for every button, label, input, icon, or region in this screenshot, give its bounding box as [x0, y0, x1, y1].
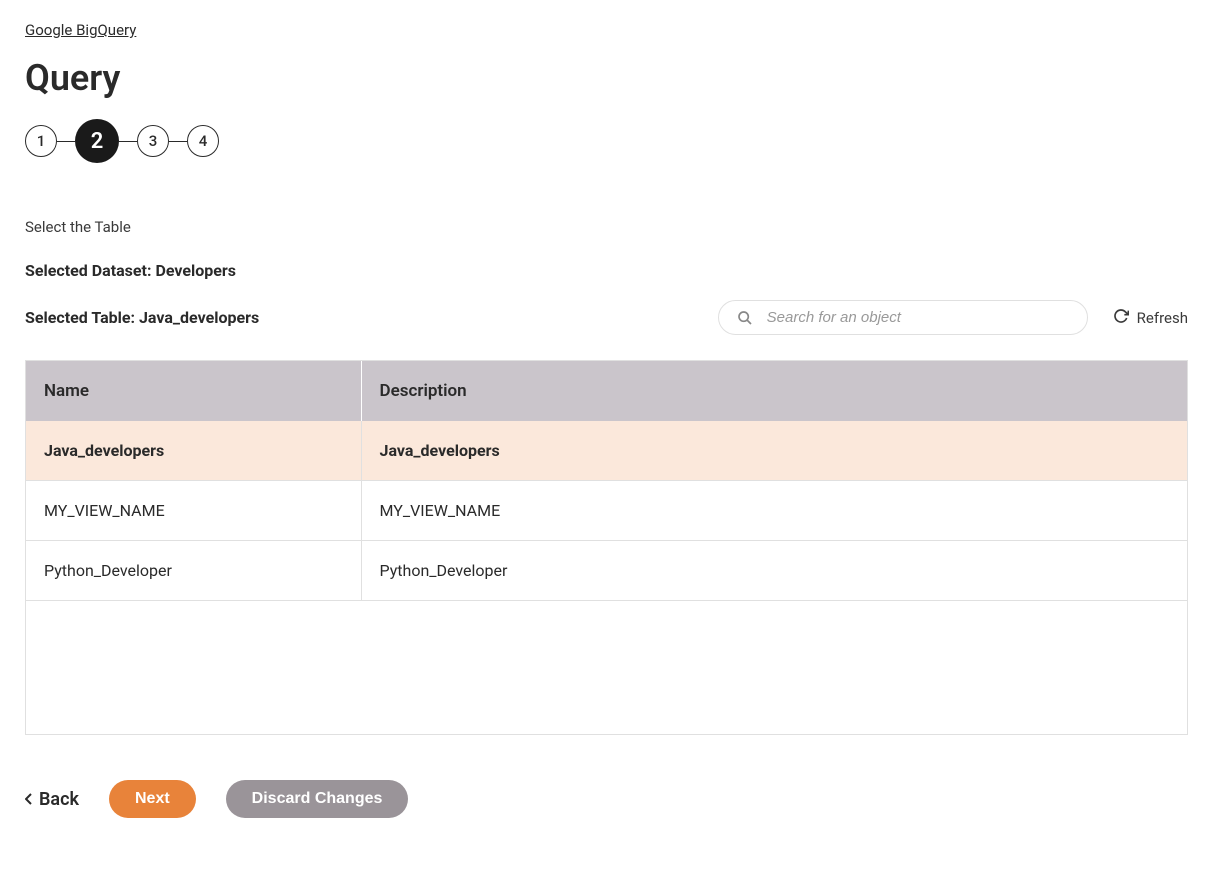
table-header-description: Description — [361, 361, 1187, 421]
tables-table: Name Description Java_developersJava_dev… — [26, 361, 1187, 601]
refresh-button[interactable]: Refresh — [1113, 308, 1188, 328]
section-label: Select the Table — [25, 218, 1188, 236]
selected-table-info: Selected Table: Java_developers — [25, 308, 259, 327]
back-label: Back — [39, 789, 79, 810]
search-icon — [737, 310, 753, 326]
step-2[interactable]: 2 — [75, 119, 119, 163]
table-cell-description: Python_Developer — [361, 541, 1187, 601]
table-cell-description: Java_developers — [361, 421, 1187, 481]
table-container: Name Description Java_developersJava_dev… — [25, 360, 1188, 735]
refresh-icon — [1113, 308, 1129, 328]
table-row[interactable]: MY_VIEW_NAMEMY_VIEW_NAME — [26, 481, 1187, 541]
table-row[interactable]: Java_developersJava_developers — [26, 421, 1187, 481]
refresh-label: Refresh — [1137, 309, 1188, 327]
table-header-name: Name — [26, 361, 361, 421]
step-connector — [119, 141, 137, 142]
discard-button[interactable]: Discard Changes — [226, 780, 409, 818]
table-row[interactable]: Python_DeveloperPython_Developer — [26, 541, 1187, 601]
search-box[interactable] — [718, 300, 1088, 335]
chevron-left-icon — [25, 789, 33, 810]
breadcrumb-link[interactable]: Google BigQuery — [25, 21, 136, 39]
step-3[interactable]: 3 — [137, 125, 169, 157]
table-cell-name: Python_Developer — [26, 541, 361, 601]
step-connector — [169, 141, 187, 142]
table-cell-name: Java_developers — [26, 421, 361, 481]
step-1[interactable]: 1 — [25, 125, 57, 157]
page-title: Query — [25, 57, 1188, 99]
step-4[interactable]: 4 — [187, 125, 219, 157]
stepper: 1234 — [25, 119, 1188, 163]
step-connector — [57, 141, 75, 142]
table-cell-name: MY_VIEW_NAME — [26, 481, 361, 541]
next-button[interactable]: Next — [109, 780, 196, 818]
back-button[interactable]: Back — [25, 789, 79, 810]
selected-dataset-info: Selected Dataset: Developers — [25, 261, 1188, 280]
footer-actions: Back Next Discard Changes — [25, 780, 1188, 818]
table-cell-description: MY_VIEW_NAME — [361, 481, 1187, 541]
search-input[interactable] — [767, 309, 1069, 326]
